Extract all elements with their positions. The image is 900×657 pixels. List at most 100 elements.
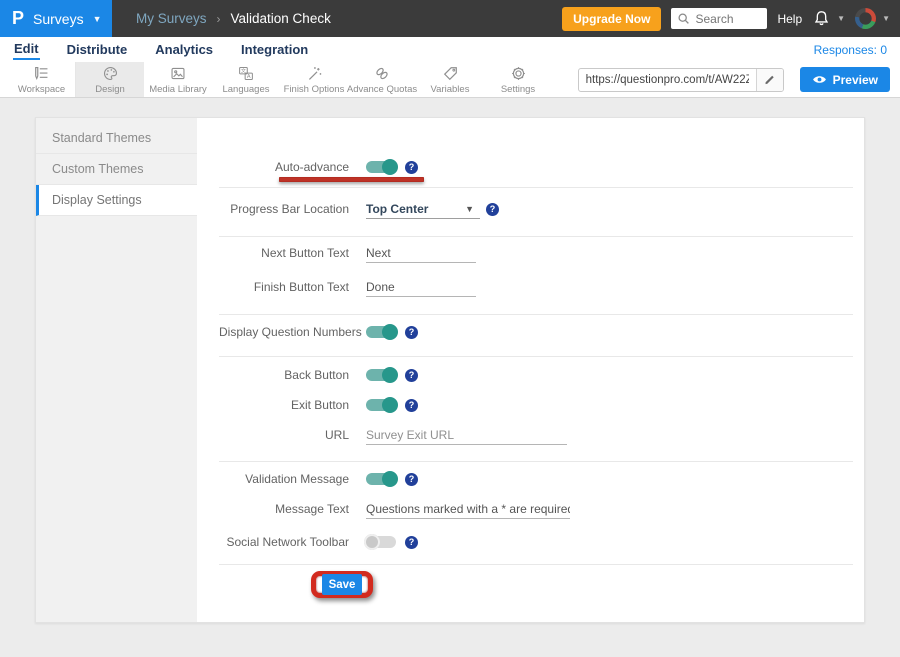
languages-icon: 文 A (236, 65, 256, 82)
row-back-button: Back Button (219, 365, 850, 385)
toolbar-item-languages[interactable]: 文 A Languages (212, 62, 280, 97)
breadcrumb: My Surveys › Validation Check (136, 11, 331, 26)
toolbar-item-design[interactable]: Design (76, 62, 144, 97)
finish-options-icon (305, 65, 324, 82)
eye-icon (812, 74, 827, 85)
settings-icon (509, 65, 528, 82)
divider (219, 236, 853, 237)
save-button[interactable]: Save (322, 574, 362, 595)
themes-sidebar: Standard Themes Custom Themes Display Se… (36, 118, 197, 622)
annotation-underline (279, 177, 424, 182)
back-button-label: Back Button (219, 368, 349, 382)
media-library-icon (168, 65, 188, 82)
tab-distribute[interactable]: Distribute (66, 40, 129, 59)
avatar-caret-icon[interactable]: ▼ (882, 14, 890, 23)
variables-icon (441, 65, 460, 82)
global-search[interactable] (671, 8, 767, 29)
validation-message-label: Validation Message (219, 472, 349, 486)
exit-button-label: Exit Button (219, 398, 349, 412)
search-input[interactable] (695, 12, 757, 26)
editor-toolbar: Workspace Design Media Library 文 A (0, 62, 900, 98)
display-question-numbers-toggle[interactable] (366, 326, 396, 338)
notifications-bell-icon[interactable] (812, 9, 831, 28)
exit-url-label: URL (219, 428, 349, 442)
row-display-question-numbers: Display Question Numbers (219, 322, 850, 342)
search-icon (677, 12, 690, 25)
finish-button-text-label: Finish Button Text (219, 280, 349, 294)
select-caret-icon: ▼ (465, 204, 480, 214)
breadcrumb-current: Validation Check (231, 11, 331, 26)
tab-edit[interactable]: Edit (13, 39, 40, 60)
help-icon[interactable] (405, 536, 418, 549)
exit-button-toggle[interactable] (366, 399, 396, 411)
survey-url-input[interactable] (579, 74, 756, 86)
divider (219, 461, 853, 462)
tab-integration[interactable]: Integration (240, 40, 309, 59)
message-text-input[interactable] (366, 499, 570, 519)
row-progress-bar-location: Progress Bar Location Top Center ▼ (219, 199, 850, 219)
social-network-toolbar-toggle[interactable] (366, 536, 396, 548)
message-text-label: Message Text (219, 502, 349, 516)
display-question-numbers-label: Display Question Numbers (219, 325, 349, 339)
svg-text:文: 文 (241, 67, 246, 74)
help-link[interactable]: Help (777, 12, 802, 26)
progress-bar-location-select[interactable]: Top Center ▼ (366, 199, 480, 219)
divider (219, 356, 853, 357)
back-button-toggle[interactable] (366, 369, 396, 381)
row-social-network-toolbar: Social Network Toolbar (219, 532, 850, 552)
help-icon[interactable] (405, 399, 418, 412)
breadcrumb-separator-icon: › (217, 12, 221, 26)
svg-text:A: A (247, 74, 251, 80)
responses-count[interactable]: Responses: 0 (814, 43, 887, 57)
divider (219, 187, 853, 188)
row-exit-button: Exit Button (219, 395, 850, 415)
pencil-icon (763, 73, 776, 86)
toolbar-item-settings[interactable]: Settings (484, 62, 552, 97)
exit-url-input[interactable] (366, 425, 567, 445)
next-button-text-label: Next Button Text (219, 246, 349, 260)
auto-advance-toggle[interactable] (366, 161, 396, 173)
user-avatar[interactable] (855, 8, 876, 29)
help-icon[interactable] (486, 203, 499, 216)
help-icon[interactable] (405, 369, 418, 382)
validation-message-toggle[interactable] (366, 473, 396, 485)
upgrade-now-button[interactable]: Upgrade Now (562, 7, 661, 31)
help-icon[interactable] (405, 326, 418, 339)
breadcrumb-my-surveys[interactable]: My Surveys (136, 11, 207, 26)
survey-nav-tabs: Edit Distribute Analytics Integration Re… (0, 37, 900, 62)
sidebar-item-custom-themes[interactable]: Custom Themes (36, 154, 197, 185)
row-finish-button-text: Finish Button Text (219, 277, 850, 297)
sidebar-item-standard-themes[interactable]: Standard Themes (36, 123, 197, 154)
annotation-save-highlight: Save (311, 571, 373, 598)
questionpro-logo-icon: P (12, 8, 24, 29)
top-header: P Surveys ▼ My Surveys › Validation Chec… (0, 0, 900, 37)
advance-quotas-icon (372, 65, 392, 82)
sidebar-item-display-settings[interactable]: Display Settings (36, 185, 197, 216)
divider (219, 564, 853, 565)
display-settings-panel: Standard Themes Custom Themes Display Se… (35, 117, 865, 623)
tab-analytics[interactable]: Analytics (154, 40, 214, 59)
chevron-down-icon: ▼ (93, 14, 102, 24)
survey-url-field (578, 68, 784, 92)
bell-caret-icon[interactable]: ▼ (837, 14, 845, 23)
progress-bar-location-label: Progress Bar Location (219, 202, 349, 216)
product-menu-label: Surveys (33, 11, 84, 27)
row-auto-advance: Auto-advance (219, 157, 850, 177)
toolbar-item-advance-quotas[interactable]: Advance Quotas (348, 62, 416, 97)
finish-button-text-input[interactable] (366, 277, 476, 297)
preview-button[interactable]: Preview (800, 67, 890, 92)
row-exit-url: URL (219, 425, 850, 445)
next-button-text-input[interactable] (366, 243, 476, 263)
row-next-button-text: Next Button Text (219, 243, 850, 263)
auto-advance-label: Auto-advance (219, 160, 349, 174)
toolbar-item-media-library[interactable]: Media Library (144, 62, 212, 97)
toolbar-item-finish-options[interactable]: Finish Options (280, 62, 348, 97)
row-message-text: Message Text (219, 499, 850, 519)
edit-url-button[interactable] (756, 69, 783, 91)
product-switcher[interactable]: P Surveys ▼ (0, 0, 112, 37)
help-icon[interactable] (405, 473, 418, 486)
divider (219, 314, 853, 315)
toolbar-item-variables[interactable]: Variables (416, 62, 484, 97)
toolbar-item-workspace[interactable]: Workspace (8, 62, 76, 97)
help-icon[interactable] (405, 161, 418, 174)
